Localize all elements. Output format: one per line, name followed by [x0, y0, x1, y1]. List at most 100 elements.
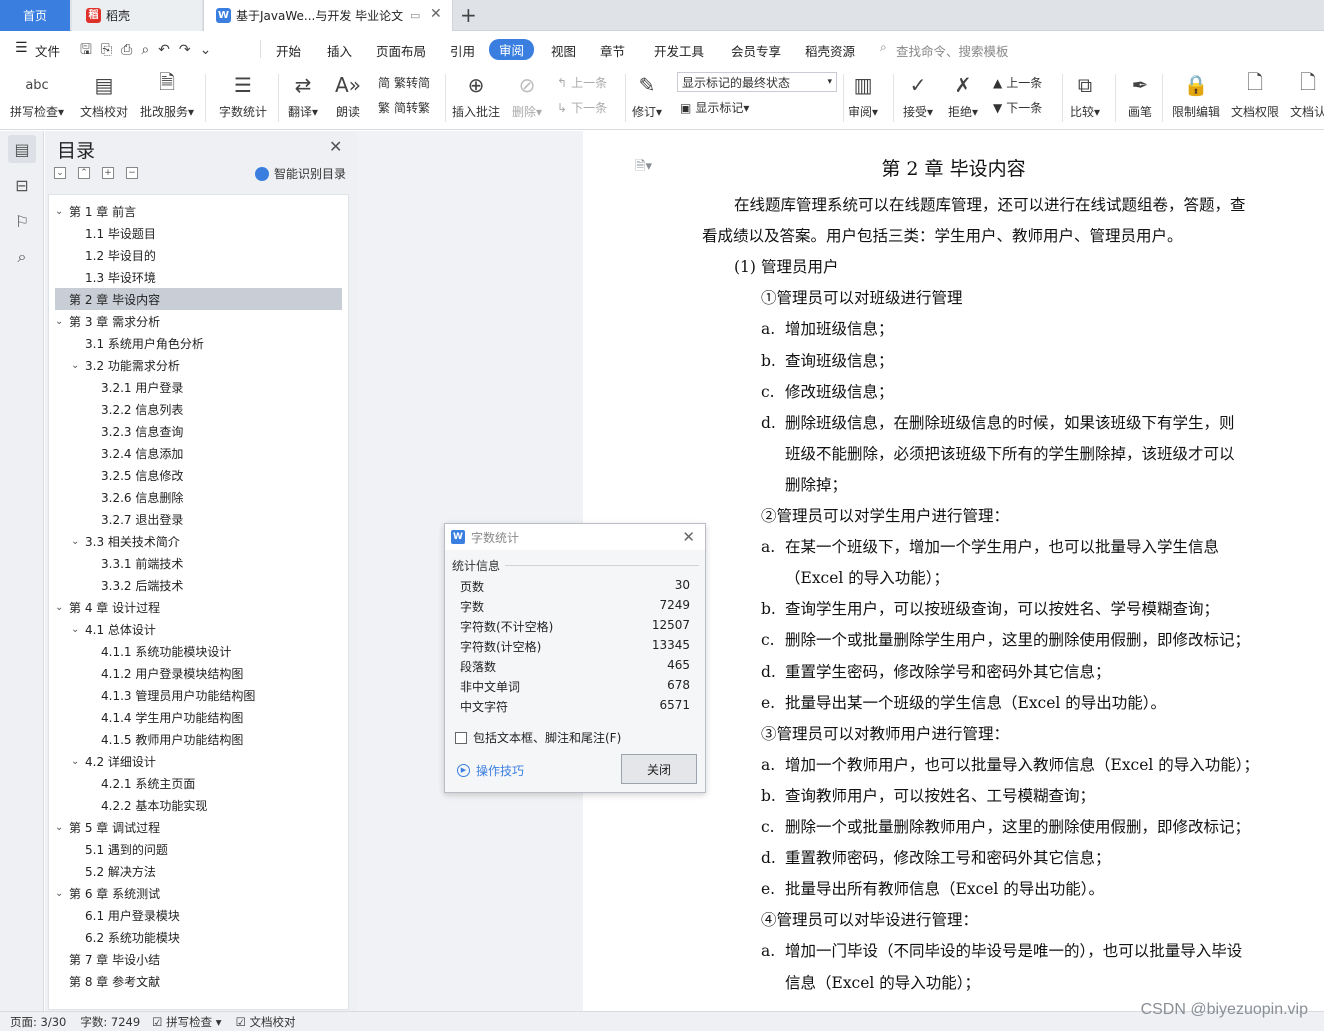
toc-item[interactable]: 4.2.2 基本功能实现	[55, 794, 342, 816]
toc-item[interactable]: 1.3 毕设环境	[55, 266, 342, 288]
next-comment-button[interactable]: ↳ 下一条	[557, 99, 607, 116]
close-button[interactable]: 关闭	[621, 754, 697, 784]
collapse-up-icon[interactable]: ⌃	[78, 167, 90, 179]
chevron-down-icon[interactable]: ⌄	[71, 536, 85, 547]
include-textbox-checkbox[interactable]: 包括文本框、脚注和尾注(F)	[455, 729, 621, 746]
toc-item[interactable]: 第 7 章 毕设小结	[55, 948, 342, 970]
toc-item[interactable]: 3.3.1 前端技术	[55, 552, 342, 574]
doc-cert-button[interactable]: 🗋 文档认	[1290, 70, 1324, 120]
track-changes-button[interactable]: ✎ 修订▾	[632, 70, 662, 120]
chevron-down-icon[interactable]: ⌄	[55, 206, 69, 217]
restrict-edit-button[interactable]: 🔒 限制编辑	[1172, 70, 1220, 120]
toc-item[interactable]: 3.2.7 退出登录	[55, 508, 342, 530]
toc-item[interactable]: 4.2.1 系统主页面	[55, 772, 342, 794]
toc-item[interactable]: 6.1 用户登录模块	[55, 904, 342, 926]
menu-item[interactable]: 审阅	[489, 39, 535, 60]
toc-item[interactable]: 4.1.1 系统功能模块设计	[55, 640, 342, 662]
toc-item[interactable]: 3.2.6 信息删除	[55, 486, 342, 508]
pen-button[interactable]: ✒ 画笔	[1125, 70, 1155, 120]
bookmark-icon[interactable]: ⚐	[8, 207, 36, 235]
toc-item[interactable]: 第 2 章 毕设内容	[55, 288, 342, 310]
menu-item[interactable]: 插入	[327, 41, 352, 60]
review-pane-button[interactable]: ▥ 审阅▾	[848, 70, 878, 120]
chevron-down-icon[interactable]: ⌄	[71, 360, 85, 371]
display-state-select[interactable]: 显示标记的最终状态 ▾	[677, 72, 837, 92]
chevron-down-icon[interactable]: ⌄	[55, 888, 69, 899]
menu-item[interactable]: 稻壳资源	[805, 41, 855, 60]
word-count-button[interactable]: ☰ 字数统计	[219, 70, 267, 120]
toc-item[interactable]: 1.1 毕设题目	[55, 222, 342, 244]
toc-item[interactable]: ⌄ 第 5 章 调试过程	[55, 816, 342, 838]
delete-comment-button[interactable]: ⊘ 删除▾	[512, 70, 542, 120]
toc-view-icon[interactable]: ▤	[8, 135, 36, 163]
toc-item[interactable]: ⌄ 3.2 功能需求分析	[55, 354, 342, 376]
menu-item[interactable]: 会员专享	[731, 41, 781, 60]
prev-comment-button[interactable]: ↰ 上一条	[557, 74, 607, 91]
add-item-icon[interactable]: +	[102, 167, 114, 179]
translate-button[interactable]: ⇄ 翻译▾	[288, 70, 318, 120]
page-indicator[interactable]: 页面: 3/30	[10, 1014, 66, 1030]
proofread-status[interactable]: ☑ 文档校对	[236, 1014, 296, 1030]
menu-item[interactable]: 引用	[450, 41, 475, 60]
correction-service-button[interactable]: 🗎 批改服务▾	[140, 70, 194, 120]
toc-item[interactable]: 4.1.5 教师用户功能结构图	[55, 728, 342, 750]
toc-item[interactable]: 3.2.5 信息修改	[55, 464, 342, 486]
toc-item[interactable]: ⌄ 4.1 总体设计	[55, 618, 342, 640]
toc-item[interactable]: ⌄ 第 4 章 设计过程	[55, 596, 342, 618]
menu-file[interactable]: 文件	[35, 41, 60, 60]
tab-daoke[interactable]: 稻 稻壳	[72, 0, 202, 31]
word-count-indicator[interactable]: 字数: 7249	[80, 1014, 140, 1030]
toc-item[interactable]: 3.2.4 信息添加	[55, 442, 342, 464]
command-search[interactable]: 查找命令、搜索模板	[896, 41, 1009, 60]
toc-item[interactable]: ⌄ 3.3 相关技术简介	[55, 530, 342, 552]
toc-item[interactable]: 6.2 系统功能模块	[55, 926, 342, 948]
doc-permission-button[interactable]: 🗋 文档权限	[1231, 70, 1279, 120]
toc-item[interactable]: ⌄ 第 3 章 需求分析	[55, 310, 342, 332]
next-change-button[interactable]: ▼ 下一条	[993, 99, 1042, 116]
chevron-down-icon[interactable]: ⌄	[55, 822, 69, 833]
toc-item[interactable]: 4.1.4 学生用户功能结构图	[55, 706, 342, 728]
new-tab-icon[interactable]: +	[460, 4, 477, 26]
menu-item[interactable]: 页面布局	[376, 41, 426, 60]
toc-item[interactable]: 4.1.3 管理员用户功能结构图	[55, 684, 342, 706]
toc-item[interactable]: 1.2 毕设目的	[55, 244, 342, 266]
toc-item[interactable]: 3.2.1 用户登录	[55, 376, 342, 398]
chevron-down-icon[interactable]: ⌄	[55, 602, 69, 613]
tab-document[interactable]: W 基于JavaWe...与开发 毕业论文 ▭ ✕	[203, 0, 453, 31]
hamburger-icon[interactable]: ☰	[15, 40, 28, 56]
simp-to-trad-button[interactable]: 繁简转繁	[378, 99, 430, 116]
read-aloud-button[interactable]: A» 朗读	[333, 70, 363, 120]
chevron-down-icon[interactable]: ⌄	[71, 624, 85, 635]
toc-item[interactable]: 3.2.2 信息列表	[55, 398, 342, 420]
search-icon[interactable]: ⌕	[8, 243, 36, 271]
reject-button[interactable]: ✗ 拒绝▾	[948, 70, 978, 120]
insert-comment-button[interactable]: ⊕ 插入批注	[452, 70, 500, 120]
toc-item[interactable]: 5.1 遇到的问题	[55, 838, 342, 860]
doc-proofread-button[interactable]: ▤ 文档校对	[80, 70, 128, 120]
tab-home[interactable]: 首页	[0, 0, 70, 31]
chevron-down-icon[interactable]: ⌄	[55, 316, 69, 327]
screen-icon[interactable]: ▭	[410, 9, 420, 22]
toc-item[interactable]: 3.1 系统用户角色分析	[55, 332, 342, 354]
close-icon[interactable]: ✕	[329, 137, 342, 156]
spell-check-button[interactable]: abc 拼写检查▾	[10, 70, 64, 120]
toc-item[interactable]: ⌄ 4.2 详细设计	[55, 750, 342, 772]
toc-item[interactable]: 4.1.2 用户登录模块结构图	[55, 662, 342, 684]
compare-button[interactable]: ⧉ 比较▾	[1070, 70, 1100, 120]
trad-to-simp-button[interactable]: 简繁转简	[378, 74, 430, 91]
menu-item[interactable]: 章节	[600, 41, 625, 60]
menu-item[interactable]: 开始	[276, 41, 301, 60]
quick-access-icons[interactable]: 🖫⎘⎙⌕↶↷⌄	[80, 39, 220, 63]
toc-item[interactable]: ⌄ 第 1 章 前言	[55, 200, 342, 222]
menu-item[interactable]: 开发工具	[654, 41, 704, 60]
menu-item[interactable]: 视图	[551, 41, 576, 60]
toc-item[interactable]: 第 8 章 参考文献	[55, 970, 342, 992]
prev-change-button[interactable]: ▲ 上一条	[993, 74, 1042, 91]
expand-down-icon[interactable]: ⌄	[54, 167, 66, 179]
spell-check-status[interactable]: ☑ 拼写检查 ▾	[152, 1014, 221, 1030]
toc-item[interactable]: ⌄ 第 6 章 系统测试	[55, 882, 342, 904]
smart-toc-button[interactable]: 智能识别目录	[255, 165, 346, 182]
accept-button[interactable]: ✓ 接受▾	[903, 70, 933, 120]
toc-item[interactable]: 3.3.2 后端技术	[55, 574, 342, 596]
chapter-nav-icon[interactable]: ⊟	[8, 171, 36, 199]
